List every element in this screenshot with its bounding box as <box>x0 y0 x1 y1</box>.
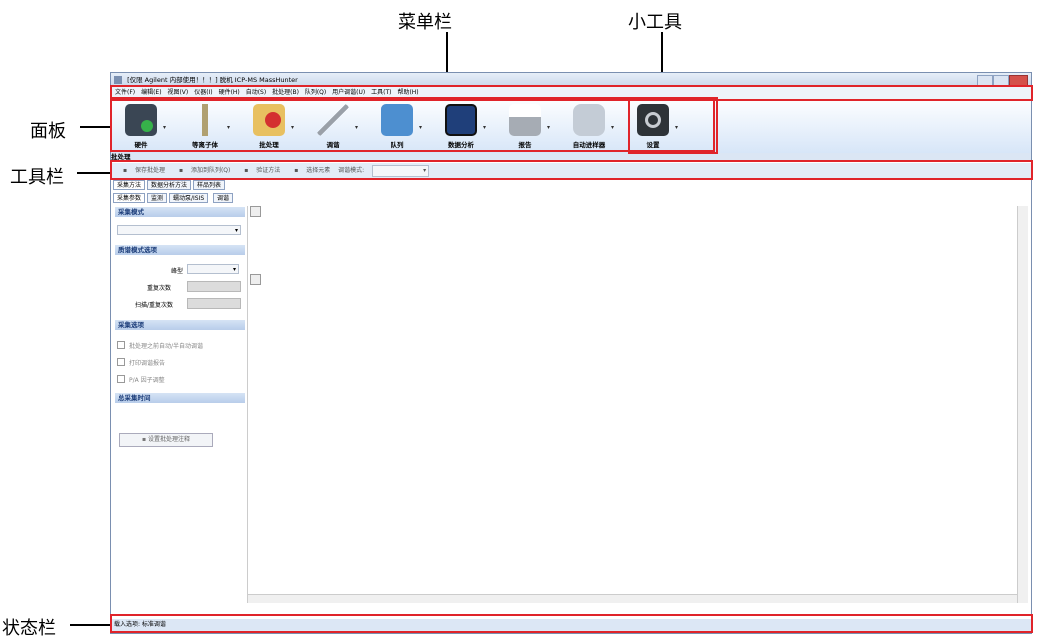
main-content-area <box>247 206 1018 603</box>
toolbar-highlight <box>110 160 1033 180</box>
panel-annotation: 面板 <box>30 121 66 142</box>
tab-acq-params[interactable]: 采集参数 <box>113 193 146 203</box>
acq-mode-header: 采集模式 <box>115 207 245 217</box>
chevron-down-icon: ▾ <box>232 266 236 273</box>
menubar-annotation: 菜单栏 <box>398 12 452 33</box>
sweeps-label: 扫描/重复次数 <box>135 302 174 309</box>
acq-mode-select[interactable]: ▾ <box>117 225 241 235</box>
print-tune-report-label: 打印调谐报告 <box>129 360 166 367</box>
tab-monitor[interactable]: 监测 <box>147 193 168 203</box>
statusbar-highlight <box>110 614 1033 633</box>
replicates-field[interactable] <box>187 281 241 292</box>
window-title: [仅限 Agilent 内部使用！！！] 脱机 ICP-MS MassHunte… <box>127 76 298 84</box>
collapse-button-top[interactable] <box>250 206 261 217</box>
toolbar-annotation: 工具栏 <box>10 167 64 188</box>
acq-options-header: 采集选项 <box>115 320 245 330</box>
tab-data-analysis-method[interactable]: 数据分析方法 <box>147 180 192 190</box>
tab-acq-method[interactable]: 采集方法 <box>113 180 146 190</box>
annotation-icon: ▪ <box>141 436 147 443</box>
pa-factor-checkbox[interactable] <box>117 375 125 383</box>
auto-tune-label: 批处理之前自动/半自动调谐 <box>129 343 204 350</box>
replicates-label: 重复次数 <box>147 285 172 292</box>
set-batch-annotation-button[interactable]: ▪ 设置批处理注释 <box>119 433 213 447</box>
tab-pump-isis[interactable]: 蠕动泵/ISIS <box>169 193 209 203</box>
app-window: [仅限 Agilent 内部使用！！！] 脱机 ICP-MS MassHunte… <box>110 72 1032 634</box>
print-tune-report-checkbox[interactable] <box>117 358 125 366</box>
panel-highlight <box>110 97 715 152</box>
vertical-scrollbar[interactable] <box>1017 206 1028 603</box>
acq-params-pane: 采集模式 ▾ 质谱模式选项 峰型 ▾ 重复次数 扫描/重复次数 采集选项 批处理… <box>115 207 245 627</box>
peak-type-label: 峰型 <box>171 268 184 275</box>
tab-sample-list[interactable]: 样品列表 <box>193 180 226 190</box>
horizontal-scrollbar[interactable] <box>248 594 1018 603</box>
total-time-header: 总采集时间 <box>115 393 245 403</box>
statusbar-annotation: 状态栏 <box>2 618 56 639</box>
app-icon <box>114 76 122 84</box>
sweeps-field[interactable] <box>187 298 241 309</box>
peak-type-select[interactable]: ▾ <box>187 264 239 274</box>
widgets-annotation: 小工具 <box>628 12 682 33</box>
tab-tune[interactable]: 调谐 <box>213 193 234 203</box>
auto-tune-checkbox[interactable] <box>117 341 125 349</box>
pa-factor-label: P/A 因子调整 <box>129 377 165 384</box>
widgets-highlight <box>628 97 718 154</box>
chevron-down-icon: ▾ <box>234 227 238 234</box>
collapse-button-mid[interactable] <box>250 274 261 285</box>
spectrum-options-header: 质谱模式选项 <box>115 245 245 255</box>
